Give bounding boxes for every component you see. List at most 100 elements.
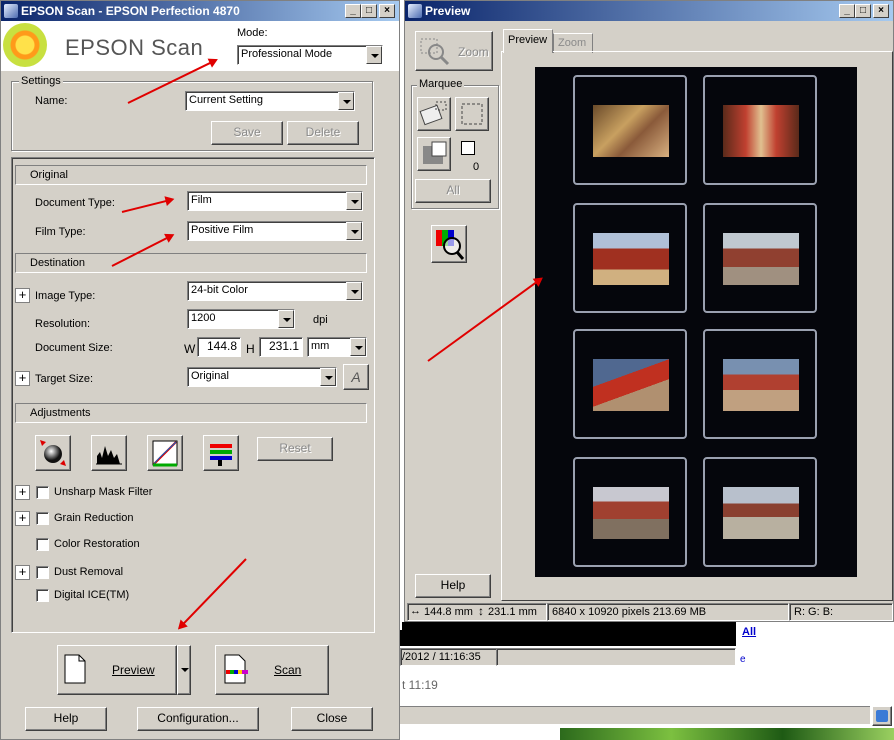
background-timestamp: /2012 / 11:16:35 <box>402 651 481 663</box>
photo-thumbnail <box>723 359 799 411</box>
auto-locate-icon <box>419 101 447 126</box>
chevron-down-icon[interactable] <box>346 282 362 300</box>
window-title: EPSON Scan - EPSON Perfection 4870 <box>21 4 240 18</box>
original-section-title: Original <box>30 169 68 181</box>
configuration-button[interactable]: Configuration... <box>137 707 259 731</box>
image-type-expand-button[interactable]: + <box>15 288 30 303</box>
resolution-select[interactable]: 1200 <box>187 309 295 329</box>
background-link-all[interactable]: All <box>742 626 756 638</box>
size-unit-select[interactable]: mm <box>307 337 367 357</box>
image-type-select[interactable]: 24-bit Color <box>187 281 363 301</box>
preview-button[interactable]: Preview <box>57 645 177 695</box>
target-size-value: Original <box>191 370 229 382</box>
chevron-down-icon[interactable] <box>338 92 354 110</box>
backlight-correction-button[interactable] <box>35 435 71 471</box>
height-arrow-icon: ↕ <box>478 604 484 618</box>
close-button[interactable]: Close <box>291 707 373 731</box>
chevron-down-icon <box>181 668 189 672</box>
settings-group-title: Settings <box>19 75 63 87</box>
all-button[interactable]: All <box>415 179 491 203</box>
color-palette-button[interactable] <box>203 435 239 471</box>
name-label: Name: <box>35 95 68 107</box>
text-orientation-icon: A <box>351 369 361 385</box>
minimize-button[interactable]: _ <box>839 4 855 18</box>
dust-checkbox[interactable] <box>36 566 49 579</box>
chevron-down-icon[interactable] <box>278 310 294 328</box>
marquee-count-box <box>461 141 475 155</box>
chevron-down-icon[interactable] <box>346 192 362 210</box>
unsharp-label: Unsharp Mask Filter <box>54 486 153 498</box>
histogram-button[interactable] <box>91 435 127 471</box>
target-size-select[interactable]: Original <box>187 367 337 387</box>
document-size-label: Document Size: <box>35 342 113 354</box>
close-window-button[interactable]: × <box>873 4 889 18</box>
height-input[interactable]: 231.1 <box>259 337 303 357</box>
film-type-select[interactable]: Positive Film <box>187 221 363 241</box>
maximize-button[interactable]: □ <box>361 4 377 18</box>
unsharp-checkbox[interactable] <box>36 486 49 499</box>
chevron-down-icon[interactable] <box>366 46 382 64</box>
app-icon <box>4 4 18 18</box>
mode-value: Professional Mode <box>241 48 333 60</box>
marquee-group-title: Marquee <box>417 78 465 90</box>
color-restoration-checkbox[interactable] <box>36 538 49 551</box>
marquee-auto-button[interactable] <box>417 97 451 131</box>
film-preview-image[interactable] <box>535 67 857 577</box>
film-frame <box>573 457 687 567</box>
size-unit-value: mm <box>311 340 330 352</box>
tab-preview[interactable]: Preview <box>503 29 553 53</box>
preview-window-title: Preview <box>425 4 471 18</box>
ice-label: Digital ICE(TM) <box>54 589 130 601</box>
close-window-button[interactable]: × <box>379 4 395 18</box>
zoom-button[interactable]: Zoom <box>415 31 493 71</box>
target-size-label: Target Size: <box>35 373 94 385</box>
save-button[interactable]: Save <box>211 121 283 145</box>
maximize-button[interactable]: □ <box>855 4 871 18</box>
grain-checkbox[interactable] <box>36 512 49 525</box>
epson-scan-window: EPSON Scan - EPSON Perfection 4870 _ □ ×… <box>0 0 400 740</box>
width-input[interactable]: 144.8 <box>197 337 241 357</box>
mode-select[interactable]: Professional Mode <box>237 45 383 65</box>
chevron-down-icon[interactable] <box>320 368 336 386</box>
minimize-button[interactable]: _ <box>345 4 361 18</box>
epson-scan-titlebar[interactable]: EPSON Scan - EPSON Perfection 4870 _ □ × <box>1 1 399 21</box>
preview-help-button[interactable]: Help <box>415 574 491 598</box>
name-select[interactable]: Current Setting <box>185 91 355 111</box>
color-palette-button[interactable] <box>431 225 467 263</box>
delete-button[interactable]: Delete <box>287 121 359 145</box>
reset-button[interactable]: Reset <box>257 437 333 461</box>
epson-scan-logo: EPSON Scan <box>65 35 204 60</box>
tone-curve-button[interactable] <box>147 435 183 471</box>
chevron-down-icon[interactable] <box>346 222 362 240</box>
background-leaf-image <box>560 728 894 740</box>
status-rgb: R: G: B: <box>794 606 834 618</box>
chevron-down-icon[interactable] <box>350 338 366 356</box>
status-size-width: 144.8 mm <box>424 606 473 618</box>
unsharp-expand-button[interactable]: + <box>15 485 30 500</box>
document-type-select[interactable]: Film <box>187 191 363 211</box>
preview-dropdown-button[interactable] <box>177 645 191 695</box>
name-value: Current Setting <box>189 94 263 106</box>
image-type-label: Image Type: <box>35 290 96 302</box>
background-scroll-button[interactable] <box>872 706 892 726</box>
background-scrollbar[interactable] <box>400 706 870 724</box>
resolution-unit: dpi <box>313 314 328 326</box>
status-pixels-cell: 6840 x 10920 pixels 213.69 MB <box>547 603 789 621</box>
marquee-dashed-icon <box>461 103 483 125</box>
marquee-new-button[interactable] <box>455 97 489 131</box>
help-button[interactable]: Help <box>25 707 107 731</box>
image-type-value: 24-bit Color <box>191 284 248 296</box>
marquee-count: 0 <box>473 161 480 173</box>
dust-expand-button[interactable]: + <box>15 565 30 580</box>
tab-zoom[interactable]: Zoom <box>553 33 593 53</box>
photo-thumbnail <box>723 233 799 285</box>
tone-curve-icon <box>152 440 178 467</box>
marquee-delete-button[interactable] <box>417 137 451 171</box>
orientation-button[interactable]: A <box>343 364 369 390</box>
background-time-text: t 11:19 <box>402 678 438 692</box>
grain-expand-button[interactable]: + <box>15 511 30 526</box>
preview-titlebar[interactable]: Preview _ □ × <box>405 1 893 21</box>
target-size-expand-button[interactable]: + <box>15 371 30 386</box>
scan-button[interactable]: Scan <box>215 645 329 695</box>
ice-checkbox[interactable] <box>36 589 49 602</box>
